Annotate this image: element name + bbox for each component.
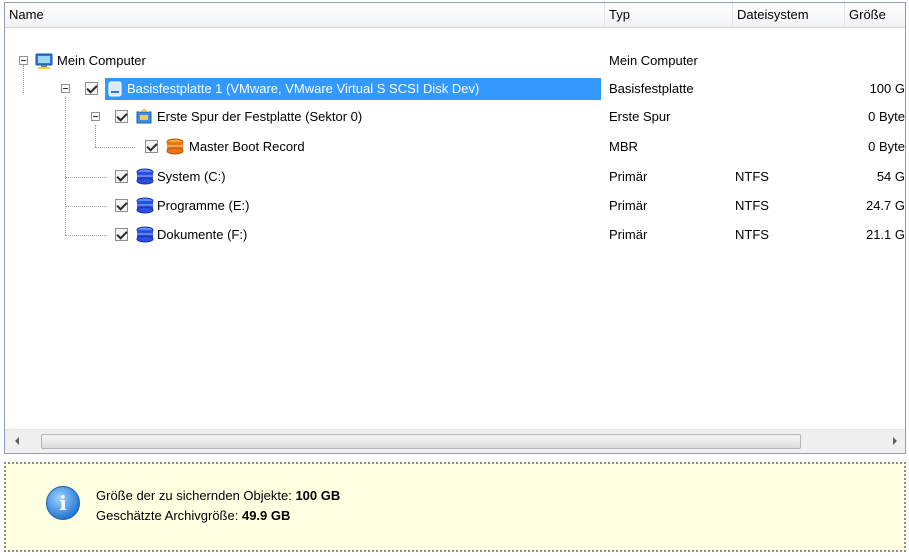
row-type: Basisfestplatte [609, 81, 694, 96]
tree-row-system[interactable]: System (C:) Primär NTFS 54 G [5, 163, 905, 191]
row-name: Dokumente (F:) [157, 227, 248, 242]
checkbox-dokumente[interactable] [115, 228, 128, 241]
checkbox-programme[interactable] [115, 199, 128, 212]
row-type: MBR [609, 139, 638, 154]
column-header-size-label: Größe [849, 7, 886, 22]
track-icon [136, 109, 152, 124]
row-type: Primär [609, 198, 648, 213]
row-filesystem: NTFS [735, 198, 769, 213]
collapse-icon[interactable] [91, 112, 100, 121]
column-header-size[interactable]: Größe [845, 3, 905, 27]
collapse-icon[interactable] [61, 84, 70, 93]
tree-view[interactable]: Name Typ Dateisystem Größe Mein Computer… [4, 2, 906, 454]
row-name: Programme (E:) [157, 198, 250, 213]
scroll-right-icon[interactable] [893, 437, 897, 445]
column-header-filesystem[interactable]: Dateisystem [733, 3, 845, 27]
column-header-filesystem-label: Dateisystem [737, 7, 809, 22]
tree-row-programme[interactable]: Programme (E:) Primär NTFS 24.7 G [5, 192, 905, 220]
row-filesystem: NTFS [735, 169, 769, 184]
horizontal-scrollbar[interactable] [5, 429, 905, 453]
row-size: 54 G [876, 169, 905, 184]
column-header: Name Typ Dateisystem Größe [5, 3, 905, 28]
row-type: Primär [609, 227, 648, 242]
partition-icon [136, 226, 154, 243]
info-panel: i Größe der zu sichernden Objekte: 100 G… [4, 462, 906, 552]
info-archive-label: Geschätzte Archivgröße: [96, 508, 239, 523]
column-header-name-label: Name [9, 7, 44, 22]
row-size: 0 Byte [868, 139, 905, 154]
row-filesystem: NTFS [735, 227, 769, 242]
row-name: Mein Computer [57, 53, 146, 68]
checkbox-erste-spur[interactable] [115, 110, 128, 123]
row-type: Primär [609, 169, 648, 184]
info-icon: i [46, 486, 80, 520]
info-archive-value: 49.9 GB [241, 508, 291, 523]
row-size: 24.7 G [865, 198, 905, 213]
column-header-name[interactable]: Name [5, 3, 605, 27]
collapse-icon[interactable] [19, 56, 28, 65]
column-header-type-label: Typ [609, 7, 630, 22]
row-type: Mein Computer [609, 53, 698, 68]
tree-row-basisfestplatte[interactable]: Basisfestplatte 1 (VMware, VMware Virtua… [5, 75, 905, 103]
column-header-type[interactable]: Typ [605, 3, 733, 27]
tree-row-mbr[interactable]: Master Boot Record MBR 0 Byte [5, 133, 905, 161]
checkbox-system[interactable] [115, 170, 128, 183]
hard-disk-icon [108, 81, 122, 97]
info-size-label: Größe der zu sichernden Objekte: [96, 488, 292, 503]
checkbox-basisfestplatte[interactable] [85, 82, 98, 95]
partition-icon [136, 168, 154, 185]
row-name: Master Boot Record [189, 139, 305, 154]
row-name: System (C:) [157, 169, 226, 184]
checkbox-mbr[interactable] [145, 140, 158, 153]
row-name: Basisfestplatte 1 (VMware, VMware Virtua… [127, 81, 480, 96]
info-archive-line: Geschätzte Archivgröße: 49.9 GB [96, 508, 290, 523]
row-size: 21.1 G [865, 227, 905, 242]
tree-row-mein-computer[interactable]: Mein Computer Mein Computer [5, 47, 905, 75]
row-name: Erste Spur der Festplatte (Sektor 0) [157, 109, 363, 124]
info-size-line: Größe der zu sichernden Objekte: 100 GB [96, 488, 340, 503]
tree-row-dokumente[interactable]: Dokumente (F:) Primär NTFS 21.1 G [5, 221, 905, 249]
row-size: 0 Byte [868, 109, 905, 124]
row-type: Erste Spur [609, 109, 671, 124]
partition-icon [136, 197, 154, 214]
computer-icon [35, 53, 53, 69]
scroll-thumb[interactable] [41, 434, 801, 449]
row-size: 100 G [869, 81, 905, 96]
mbr-icon [166, 138, 184, 155]
info-size-value: 100 GB [295, 488, 341, 503]
tree-row-erste-spur[interactable]: Erste Spur der Festplatte (Sektor 0) Ers… [5, 103, 905, 131]
scroll-left-icon[interactable] [15, 437, 19, 445]
